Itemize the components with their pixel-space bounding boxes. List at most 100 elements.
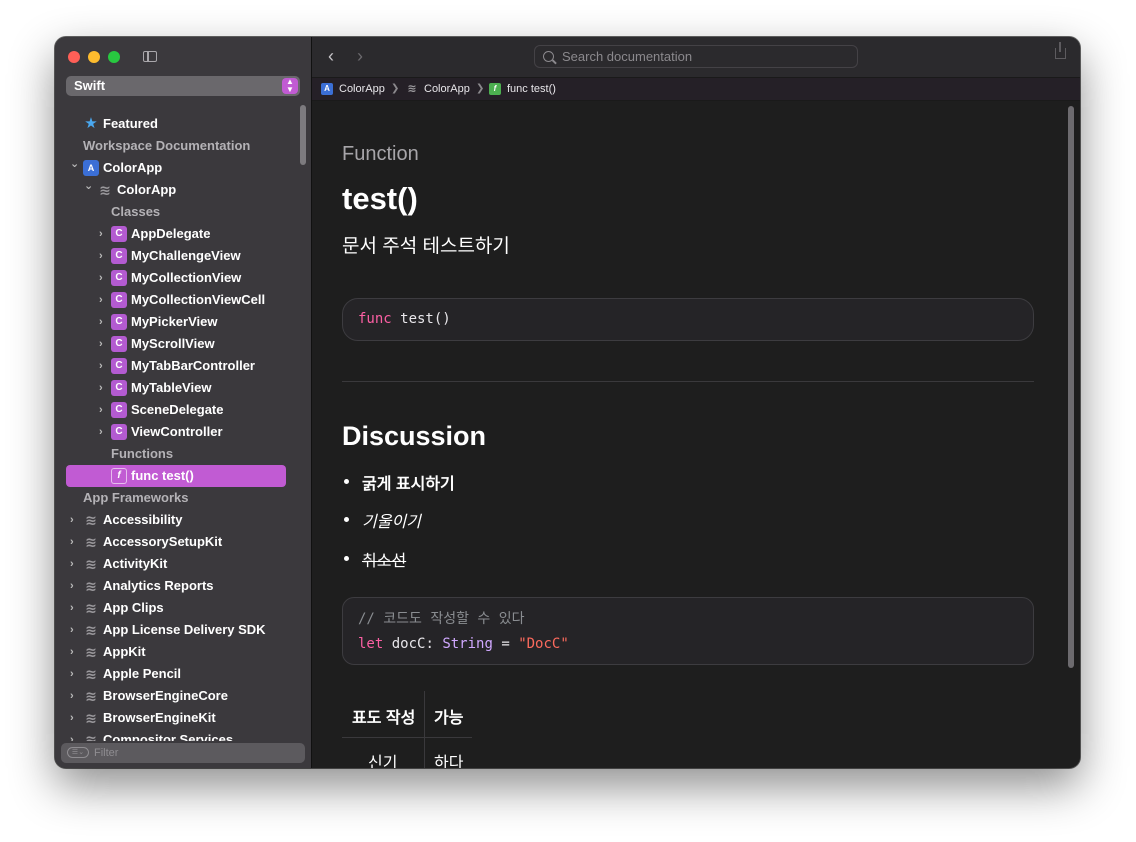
tree-item-colorapp[interactable]: ⌄ A ColorApp bbox=[55, 157, 311, 179]
bullet-icon bbox=[344, 556, 349, 561]
section-header-classes: Classes bbox=[55, 201, 311, 223]
share-icon[interactable] bbox=[1055, 42, 1066, 59]
sidebar-toggle-icon[interactable] bbox=[143, 51, 157, 62]
tree-item-browserenginecore[interactable]: › ≋ BrowserEngineCore bbox=[55, 685, 311, 707]
chevron-right-icon[interactable]: › bbox=[99, 317, 107, 328]
chevron-right-icon[interactable]: › bbox=[99, 383, 107, 394]
chevron-down-icon[interactable]: ⌄ bbox=[84, 181, 93, 192]
chevron-right-icon[interactable]: › bbox=[99, 229, 107, 240]
table-header-cell: 가능 bbox=[434, 710, 464, 727]
class-icon: C bbox=[111, 292, 127, 308]
divider bbox=[342, 381, 1034, 382]
filter-field[interactable]: ☰⌄ Filter bbox=[61, 743, 305, 763]
tree-item-accessibility[interactable]: › ≋ Accessibility bbox=[55, 509, 311, 531]
tree-item-accessorysetupkit[interactable]: › ≋ AccessorySetupKit bbox=[55, 531, 311, 553]
discussion-heading: Discussion bbox=[342, 421, 487, 451]
filter-icon: ☰⌄ bbox=[67, 747, 89, 758]
chevron-right-icon[interactable]: › bbox=[70, 669, 78, 680]
language-select[interactable]: Swift ▲ ▼ bbox=[66, 76, 300, 96]
class-icon: C bbox=[111, 226, 127, 242]
tree-item-app-clips[interactable]: › ≋ App Clips bbox=[55, 597, 311, 619]
tree-item-browserenginekit[interactable]: › ≋ BrowserEngineKit bbox=[55, 707, 311, 729]
class-icon: C bbox=[111, 336, 127, 352]
tree-item-featured[interactable]: ★ Featured bbox=[55, 113, 311, 135]
chevron-right-icon[interactable]: › bbox=[70, 647, 78, 658]
tree-item-label: AccessorySetupKit bbox=[103, 534, 223, 549]
chevron-right-icon[interactable]: › bbox=[70, 691, 78, 702]
tree-item-appkit[interactable]: › ≋ AppKit bbox=[55, 641, 311, 663]
declaration-signature: test() bbox=[391, 311, 451, 327]
chevron-right-icon[interactable]: › bbox=[70, 625, 78, 636]
declaration-block: func test() bbox=[342, 298, 1034, 341]
toolbar: ‹ › Search documentation bbox=[312, 37, 1080, 77]
tree-item-label: MyCollectionView bbox=[131, 270, 242, 285]
sidebar: Swift ▲ ▼ ★ Featured Workspace Documentatio… bbox=[55, 37, 312, 768]
tree-item-mycollectionviewcell[interactable]: › C MyCollectionViewCell bbox=[55, 289, 311, 311]
chevron-right-icon[interactable]: › bbox=[70, 603, 78, 614]
tree-item-mytabbarcontroller[interactable]: › C MyTabBarController bbox=[55, 355, 311, 377]
sidebar-scrollbar[interactable] bbox=[300, 105, 306, 165]
zoom-window-button[interactable] bbox=[108, 51, 120, 63]
tree-item-mychallengeview[interactable]: › C MyChallengeView bbox=[55, 245, 311, 267]
forward-button[interactable]: › bbox=[357, 46, 363, 67]
minimize-window-button[interactable] bbox=[88, 51, 100, 63]
chevron-right-icon[interactable]: › bbox=[99, 405, 107, 416]
tree-item-func-test[interactable]: f func test() bbox=[66, 465, 286, 487]
code-listing: // 코드도 작성할 수 있다 let docC: String = "DocC… bbox=[342, 597, 1034, 665]
tree-item-label: ActivityKit bbox=[103, 556, 168, 571]
documentation-content: Function test() 문서 주석 테스트하기 func test() … bbox=[312, 101, 1080, 768]
tree-item-label: MyPickerView bbox=[131, 314, 218, 329]
chevron-right-icon[interactable]: › bbox=[70, 537, 78, 548]
chevron-right-icon[interactable]: › bbox=[70, 713, 78, 724]
tree-item-myscrollview[interactable]: › C MyScrollView bbox=[55, 333, 311, 355]
chevron-right-icon[interactable]: › bbox=[70, 515, 78, 526]
tree-item-label: Functions bbox=[111, 446, 174, 461]
chevron-down-icon[interactable]: ⌄ bbox=[70, 159, 79, 170]
chevron-right-icon[interactable]: › bbox=[70, 581, 78, 592]
tree-item-mypickerview[interactable]: › C MyPickerView bbox=[55, 311, 311, 333]
close-window-button[interactable] bbox=[68, 51, 80, 63]
chevron-right-icon[interactable]: › bbox=[70, 735, 78, 742]
chevron-right-icon[interactable]: › bbox=[99, 339, 107, 350]
search-input[interactable]: Search documentation bbox=[534, 45, 858, 68]
tree-item-activitykit[interactable]: › ≋ ActivityKit bbox=[55, 553, 311, 575]
module-icon: ≋ bbox=[99, 182, 111, 198]
breadcrumb-separator: ❯ bbox=[391, 83, 400, 94]
tree-item-viewcontroller[interactable]: › C ViewController bbox=[55, 421, 311, 443]
app-icon: A bbox=[83, 160, 99, 176]
code-comment: // 코드도 작성할 수 있다 bbox=[358, 611, 525, 627]
chevron-right-icon[interactable]: › bbox=[99, 427, 107, 438]
symbol-kind: Function bbox=[342, 143, 419, 165]
tree-item-mycollectionview[interactable]: › C MyCollectionView bbox=[55, 267, 311, 289]
chevron-right-icon[interactable]: › bbox=[99, 251, 107, 262]
search-icon bbox=[543, 51, 554, 62]
tree-item-colorapp[interactable]: ⌄ ≋ ColorApp bbox=[55, 179, 311, 201]
class-icon: C bbox=[111, 402, 127, 418]
framework-icon: ≋ bbox=[85, 622, 97, 638]
app-icon: A bbox=[321, 83, 333, 95]
tree-item-label: MyTableView bbox=[131, 380, 212, 395]
chevron-right-icon[interactable]: › bbox=[70, 559, 78, 570]
tree-item-scenedelegate[interactable]: › C SceneDelegate bbox=[55, 399, 311, 421]
class-icon: C bbox=[111, 270, 127, 286]
tree-item-compositor-services[interactable]: › ≋ Compositor Services bbox=[55, 729, 311, 741]
tree-item-label: AppDelegate bbox=[131, 226, 211, 241]
content-scrollbar[interactable] bbox=[1068, 106, 1074, 668]
tree-item-appdelegate[interactable]: › C AppDelegate bbox=[55, 223, 311, 245]
framework-icon: ≋ bbox=[85, 534, 97, 550]
class-icon: C bbox=[111, 248, 127, 264]
chevron-right-icon[interactable]: › bbox=[99, 273, 107, 284]
framework-icon: ≋ bbox=[85, 556, 97, 572]
tree-item-apple-pencil[interactable]: › ≋ Apple Pencil bbox=[55, 663, 311, 685]
tree-item-analytics-reports[interactable]: › ≋ Analytics Reports bbox=[55, 575, 311, 597]
chevron-right-icon[interactable]: › bbox=[99, 295, 107, 306]
tree-item-label: App Frameworks bbox=[83, 490, 189, 505]
back-button[interactable]: ‹ bbox=[328, 46, 334, 67]
tree-item-app-license-delivery-sdk[interactable]: › ≋ App License Delivery SDK bbox=[55, 619, 311, 641]
table-header-cell: 표도 작성 bbox=[352, 710, 416, 727]
tree-item-mytableview[interactable]: › C MyTableView bbox=[55, 377, 311, 399]
bullet-icon bbox=[344, 517, 349, 522]
tree-item-label: Apple Pencil bbox=[103, 666, 182, 681]
chevron-right-icon[interactable]: › bbox=[99, 361, 107, 372]
chevron-up-down-icon: ▲ ▼ bbox=[282, 78, 298, 94]
